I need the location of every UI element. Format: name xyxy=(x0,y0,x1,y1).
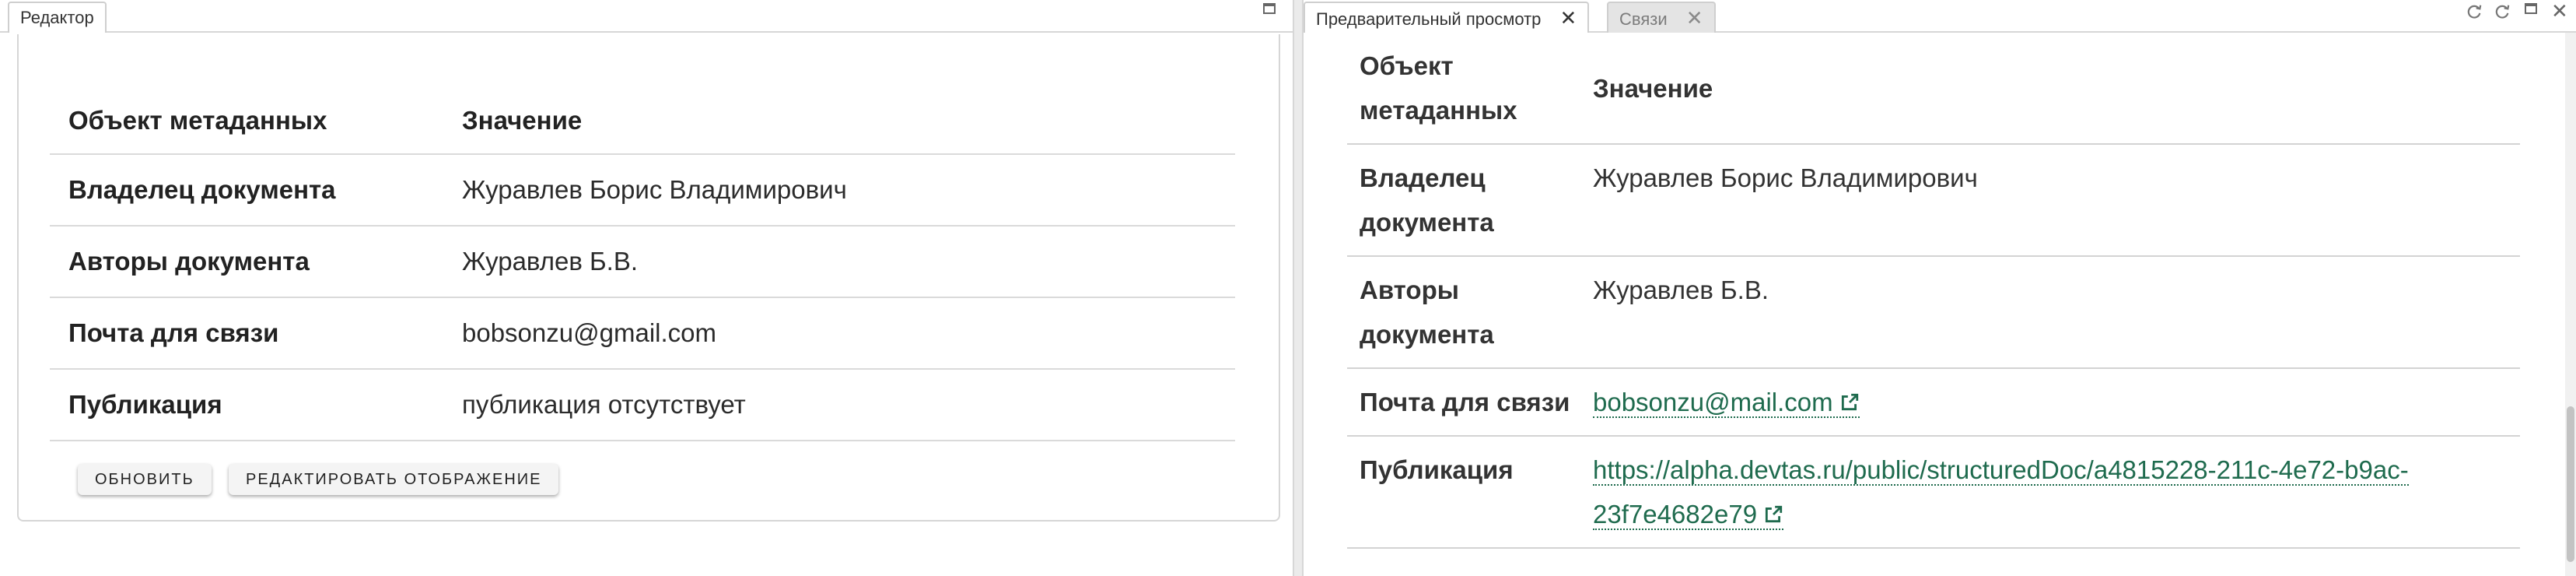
email-link-text: bobsonzu@mail.com xyxy=(1593,388,1833,416)
close-icon[interactable]: ✕ xyxy=(1560,3,1577,33)
publication-link[interactable]: https://alpha.devtas.ru/public/structure… xyxy=(1593,455,2409,486)
email-link[interactable]: bobsonzu@mail.com xyxy=(1593,388,1860,418)
row-key: Владелец документа xyxy=(50,154,443,227)
edit-display-button[interactable]: РЕДАКТИРОВАТЬ ОТОБРАЖЕНИЕ xyxy=(229,464,559,495)
row-key-line: документа xyxy=(1360,208,1494,237)
header-key-line: Объект xyxy=(1360,51,1454,80)
close-icon[interactable]: ✕ xyxy=(2551,1,2568,21)
table-row: Публикация https://alpha.devtas.ru/publi… xyxy=(1347,436,2520,549)
row-value: Журавлев Борис Владимирович xyxy=(443,154,1235,227)
header-value: Значение xyxy=(1593,33,2520,145)
external-link-icon xyxy=(1765,505,1783,523)
table-row: Владелец документа Журавлев Борис Владим… xyxy=(1347,144,2520,257)
scrollbar-thumb[interactable] xyxy=(2567,406,2574,562)
publication-link-continued[interactable]: 23f7e4682e79 xyxy=(1593,500,1784,530)
table-header-row: Объект метаданных Значение xyxy=(1347,33,2520,145)
preview-metadata-table: Объект метаданных Значение Владелец доку… xyxy=(1347,33,2520,549)
header-metadata-object: Объект метаданных xyxy=(1347,33,1593,145)
header-key-line: метаданных xyxy=(1360,96,1517,125)
header-metadata-object: Объект метаданных xyxy=(50,87,443,155)
table-row: Почта для связи bobsonzu@mail.com xyxy=(1347,368,2520,437)
external-link-icon xyxy=(1841,393,1858,411)
row-key: Авторы документа xyxy=(1347,256,1593,369)
row-key: Владелец документа xyxy=(1347,144,1593,257)
pane-splitter[interactable] xyxy=(1293,0,1304,576)
row-value: Журавлев Б.В. xyxy=(443,226,1235,298)
tab-links-label: Связи xyxy=(1619,9,1668,29)
row-value: Журавлев Б.В. xyxy=(1593,256,2520,369)
row-value: публикация отсутствует xyxy=(443,369,1235,441)
row-key-line: Авторы xyxy=(1360,276,1459,304)
tab-editor[interactable]: Редактор xyxy=(8,2,107,33)
row-value: bobsonzu@mail.com xyxy=(1593,368,2520,437)
row-value: https://alpha.devtas.ru/public/structure… xyxy=(1593,436,2520,549)
publication-link-text: 23f7e4682e79 xyxy=(1593,500,1758,529)
scrollbar[interactable] xyxy=(2565,33,2576,576)
table-header-row: Объект метаданных Значение xyxy=(50,87,1235,155)
row-key: Публикация xyxy=(50,369,443,441)
table-row: Авторы документа Журавлев Б.В. xyxy=(50,226,1235,298)
editor-tabbar: Редактор xyxy=(0,0,1293,33)
row-key: Авторы документа xyxy=(50,226,443,298)
row-key-line: документа xyxy=(1360,320,1494,349)
table-row: Владелец документа Журавлев Борис Владим… xyxy=(50,154,1235,227)
refresh-icon[interactable] xyxy=(2466,3,2483,20)
editor-pane: Редактор Объект метаданных Значение Влад… xyxy=(0,0,1293,576)
refresh-button[interactable]: ОБНОВИТЬ xyxy=(78,464,212,495)
table-row: Почта для связи bobsonzu@gmail.com xyxy=(50,297,1235,370)
row-key: Почта для связи xyxy=(1347,368,1593,437)
maximize-icon[interactable] xyxy=(2525,3,2537,14)
preview-tabbar: Предварительный просмотр ✕ Связи ✕ ✕ xyxy=(1304,0,2576,33)
close-icon[interactable]: ✕ xyxy=(1686,3,1703,33)
preview-pane: Предварительный просмотр ✕ Связи ✕ ✕ Объ… xyxy=(1304,0,2576,576)
metadata-table: Объект метаданных Значение Владелец доку… xyxy=(50,87,1235,441)
row-key: Публикация xyxy=(1347,436,1593,549)
tab-preview-label: Предварительный просмотр xyxy=(1316,9,1542,29)
tab-links[interactable]: Связи ✕ xyxy=(1607,2,1716,33)
tab-preview[interactable]: Предварительный просмотр ✕ xyxy=(1304,2,1590,33)
maximize-icon[interactable] xyxy=(1263,3,1276,14)
header-value: Значение xyxy=(443,87,1235,155)
row-key: Почта для связи xyxy=(50,297,443,370)
table-row: Публикация публикация отсутствует xyxy=(50,369,1235,441)
row-value: Журавлев Борис Владимирович xyxy=(1593,144,2520,257)
tab-editor-label: Редактор xyxy=(20,8,94,27)
row-key-line: Владелец xyxy=(1360,163,1486,192)
publication-link-text: https://alpha.devtas.ru/public/structure… xyxy=(1593,455,2409,484)
refresh-icon[interactable] xyxy=(2494,3,2511,20)
table-row: Авторы документа Журавлев Б.В. xyxy=(1347,256,2520,369)
row-value: bobsonzu@gmail.com xyxy=(443,297,1235,370)
